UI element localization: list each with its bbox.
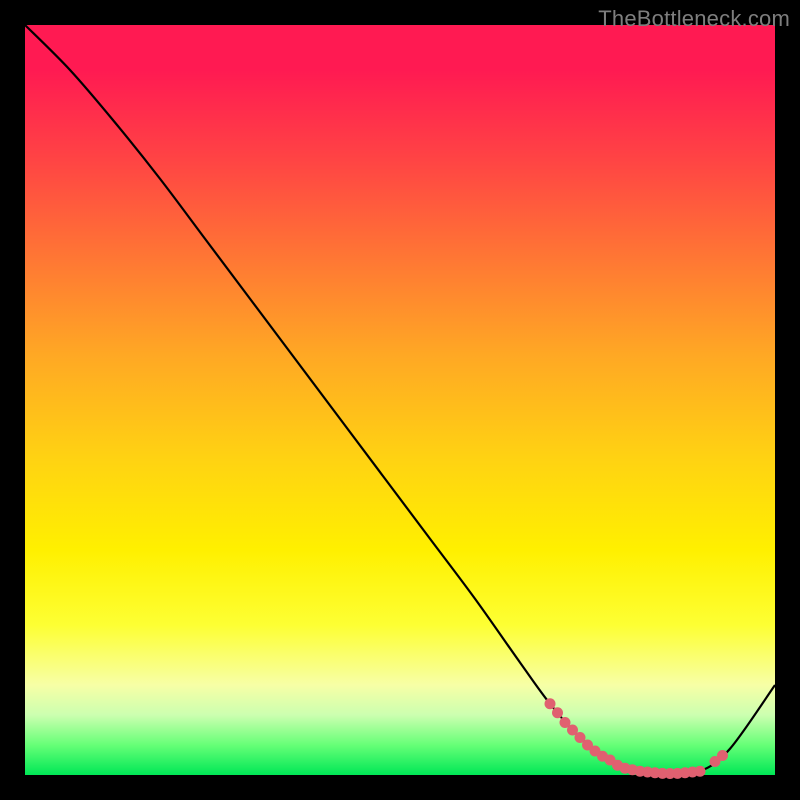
- chart-stage: TheBottleneck.com: [0, 0, 800, 800]
- curve-marker: [695, 766, 706, 777]
- chart-plot-area: [25, 25, 775, 775]
- curve-marker: [552, 707, 563, 718]
- curve-group: [25, 25, 775, 779]
- curve-marker: [545, 698, 556, 709]
- curve-markers: [545, 698, 729, 779]
- watermark-text: TheBottleneck.com: [598, 6, 790, 32]
- chart-svg: [25, 25, 775, 775]
- curve-marker: [717, 750, 728, 761]
- curve-line: [25, 25, 775, 774]
